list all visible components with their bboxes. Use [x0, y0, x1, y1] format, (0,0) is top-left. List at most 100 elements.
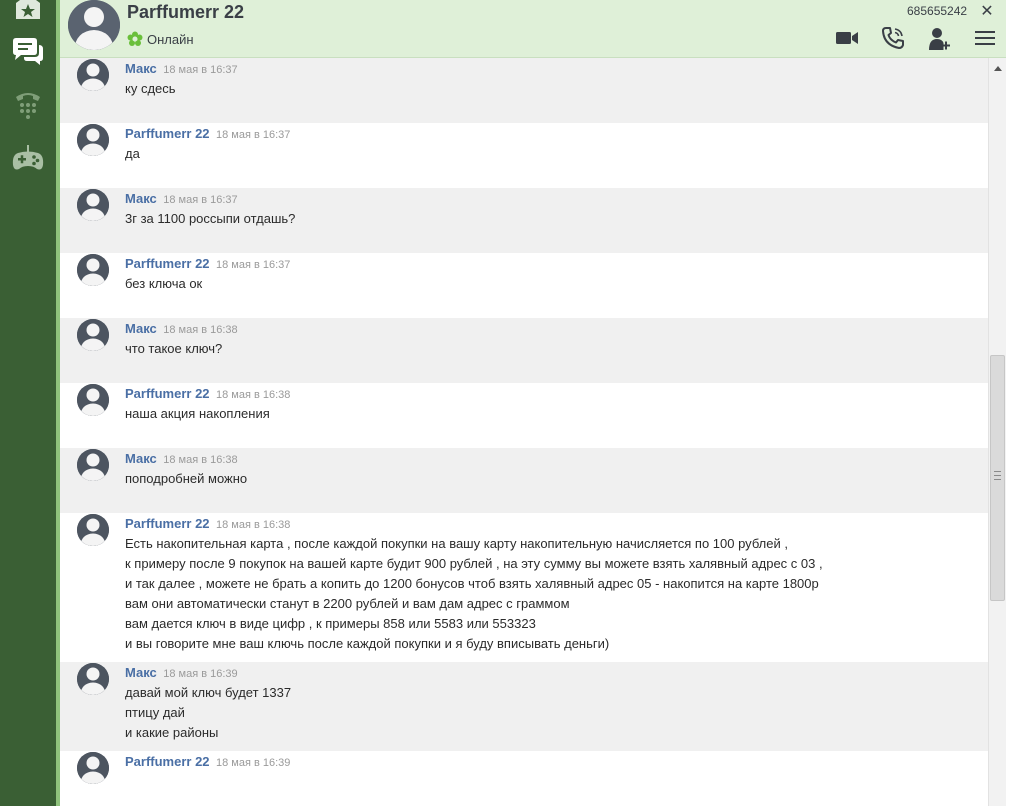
message-line: что такое ключ? [125, 341, 223, 356]
default-avatar-icon [77, 663, 109, 695]
message-meta: Parffumerr 22 18 мая в 16:38 [125, 515, 988, 533]
message-time: 18 мая в 16:39 [216, 757, 291, 769]
sidebar-item-chats[interactable] [0, 26, 56, 78]
message-meta: Макс 18 мая в 16:38 [125, 450, 988, 468]
message-author[interactable]: Макс [125, 665, 157, 680]
default-avatar-icon [77, 124, 109, 156]
default-avatar-icon [77, 254, 109, 286]
message-meta: Макс 18 мая в 16:37 [125, 190, 988, 208]
message-meta: Parffumerr 22 18 мая в 16:39 [125, 753, 988, 771]
voice-call-button[interactable] [880, 25, 906, 51]
message-line: Есть накопительная карта , после каждой … [125, 536, 788, 551]
menu-button[interactable] [972, 25, 998, 51]
default-avatar-icon [77, 189, 109, 221]
message-meta: Макс 18 мая в 16:38 [125, 320, 988, 338]
message-time: 18 мая в 16:37 [163, 64, 238, 76]
add-contact-button[interactable] [926, 25, 952, 51]
message-time: 18 мая в 16:39 [163, 668, 238, 680]
message-author[interactable]: Parffumerr 22 [125, 126, 210, 141]
sidebar-item-games[interactable] [0, 132, 56, 184]
message-text: что такое ключ? [125, 339, 988, 359]
default-avatar-icon [77, 384, 109, 416]
message-time: 18 мая в 16:38 [163, 324, 238, 336]
message-meta: Parffumerr 22 18 мая в 16:37 [125, 255, 988, 273]
message-row[interactable]: Макс 18 мая в 16:38 поподробней можно [60, 448, 988, 513]
message-avatar[interactable] [77, 384, 109, 416]
message-row[interactable]: Parffumerr 22 18 мая в 16:38 Есть накопи… [60, 513, 988, 662]
message-avatar[interactable] [77, 514, 109, 546]
message-row[interactable]: Parffumerr 22 18 мая в 16:38 наша акция … [60, 383, 988, 448]
message-time: 18 мая в 16:37 [216, 129, 291, 141]
message-text: давай мой ключ будет 1337 птицу дай и каки… [125, 683, 988, 743]
default-avatar-icon [77, 319, 109, 351]
message-line: и вы говорите мне ваш ключь после каждой… [125, 636, 610, 651]
star-house-icon [16, 0, 40, 19]
scroll-up-arrow[interactable] [989, 60, 1006, 76]
contact-id: 685655242 [907, 4, 968, 18]
message-author[interactable]: Parffumerr 22 [125, 754, 210, 769]
message-avatar[interactable] [77, 59, 109, 91]
message-time: 18 мая в 16:38 [163, 454, 238, 466]
message-time: 18 мая в 16:38 [216, 389, 291, 401]
chat-header: Parffumerr 22 Онлайн 685655242 ✕ [60, 0, 1012, 58]
message-author[interactable]: Parffumerr 22 [125, 516, 210, 531]
message-row[interactable]: Макс 18 мая в 16:37 ку сдесь [60, 58, 988, 123]
message-avatar[interactable] [77, 124, 109, 156]
message-row[interactable]: Parffumerr 22 18 мая в 16:39 [60, 751, 988, 806]
message-line: давай мой ключ будет 1337 [125, 685, 292, 700]
voice-call-icon [882, 27, 904, 49]
message-line: и какие районы [125, 725, 219, 740]
message-line: птицу дай [125, 705, 185, 720]
message-line: вам они автоматически станут в 2200 рубл… [125, 596, 570, 611]
message-time: 18 мая в 16:37 [216, 259, 291, 271]
message-time: 18 мая в 16:38 [216, 519, 291, 531]
message-avatar[interactable] [77, 752, 109, 784]
default-avatar-icon [68, 0, 120, 50]
message-row[interactable]: Parffumerr 22 18 мая в 16:37 да [60, 123, 988, 188]
message-author[interactable]: Parffumerr 22 [125, 256, 210, 271]
message-avatar[interactable] [77, 189, 109, 221]
sidebar-item-calls[interactable] [0, 78, 56, 130]
default-avatar-icon [77, 449, 109, 481]
message-line: без ключа ок [125, 276, 203, 291]
message-avatar[interactable] [77, 449, 109, 481]
menu-icon [975, 31, 995, 45]
chat-bubbles-icon [13, 38, 43, 65]
default-avatar-icon [77, 59, 109, 91]
close-chat-button[interactable]: ✕ [978, 1, 996, 21]
left-sidebar [0, 0, 56, 806]
online-flower-icon [127, 31, 143, 46]
message-author[interactable]: Макс [125, 61, 157, 76]
default-avatar-icon [77, 514, 109, 546]
message-avatar[interactable] [77, 663, 109, 695]
message-line: ку сдесь [125, 81, 176, 96]
message-avatar[interactable] [77, 319, 109, 351]
message-row[interactable]: Макс 18 мая в 16:37 3г за 1100 россыпи о… [60, 188, 988, 253]
message-author[interactable]: Макс [125, 451, 157, 466]
message-text: наша акция накопления [125, 404, 988, 424]
video-call-button[interactable] [834, 25, 860, 51]
phone-dialpad-icon [16, 93, 40, 119]
scroll-thumb[interactable] [990, 355, 1005, 601]
status-text: Онлайн [147, 31, 194, 47]
message-row[interactable]: Parffumerr 22 18 мая в 16:37 без ключа о… [60, 253, 988, 318]
message-text: без ключа ок [125, 274, 988, 294]
contact-status: Онлайн [127, 31, 194, 47]
window-edge [1006, 0, 1012, 806]
message-avatar[interactable] [77, 254, 109, 286]
message-row[interactable]: Макс 18 мая в 16:38 что такое ключ? [60, 318, 988, 383]
message-scrollbar[interactable] [988, 58, 1006, 806]
message-meta: Parffumerr 22 18 мая в 16:38 [125, 385, 988, 403]
message-author[interactable]: Parffumerr 22 [125, 386, 210, 401]
scroll-grip-icon [994, 471, 1001, 480]
contact-avatar[interactable] [68, 0, 120, 50]
message-line: да [125, 146, 140, 161]
message-author[interactable]: Макс [125, 191, 157, 206]
message-time: 18 мая в 16:37 [163, 194, 238, 206]
message-author[interactable]: Макс [125, 321, 157, 336]
triangle-up-icon [993, 65, 1002, 71]
message-meta: Макс 18 мая в 16:39 [125, 664, 988, 682]
message-list[interactable]: Макс 18 мая в 16:37 ку сдесь Parffumerr … [60, 58, 988, 806]
message-line: наша акция накопления [125, 406, 270, 421]
message-row[interactable]: Макс 18 мая в 16:39 давай мой ключ будет… [60, 662, 988, 751]
